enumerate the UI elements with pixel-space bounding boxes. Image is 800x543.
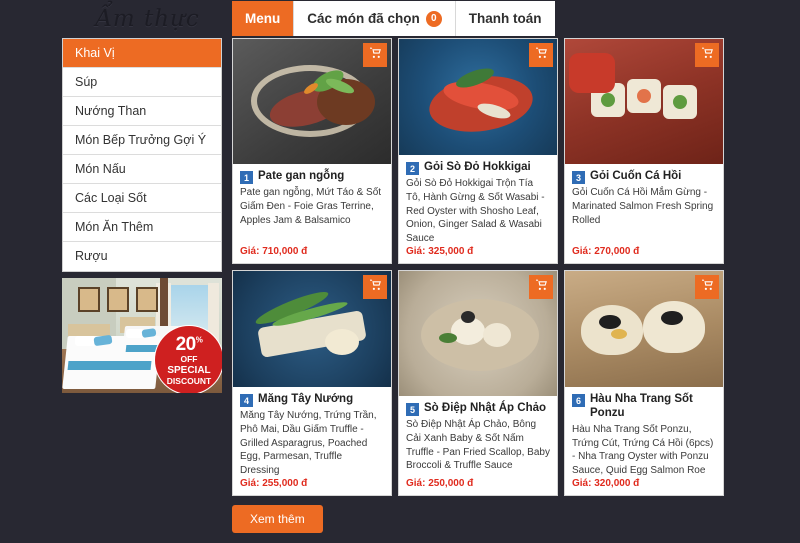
dish-description: Gỏi Cuốn Cá Hồi Mắm Gừng - Marinated Sal… [572,187,714,226]
sidebar-item-1[interactable]: Khai Vị [63,39,221,68]
add-to-cart-button[interactable] [363,43,387,67]
sidebar-item-2[interactable]: Súp [63,68,221,97]
header: Ẩm thực Menu Các món đã chọn 0 Thanh toán [0,0,800,38]
add-to-cart-button[interactable] [695,275,719,299]
dish-image [233,271,391,388]
discount-percent-symbol: % [195,335,203,345]
dish-card[interactable]: 6 Hàu Nha Trang Sốt Ponzu Hàu Nha Trang Số… [564,270,724,496]
dish-title-row: 6 Hàu Nha Trang Sốt Ponzu [572,392,716,421]
sidebar-item-6[interactable]: Các Loại Sốt [63,184,221,213]
dish-name: Măng Tây Nướng [258,393,354,406]
app-root: Ẩm thực Menu Các món đã chọn 0 Thanh toán K… [0,0,800,543]
dish-description: Pate gan ngỗng, Mứt Táo & Sốt Giấm Đen -… [240,187,382,226]
dish-card[interactable]: 1 Pate gan ngỗng Pate gan ngỗng, Mứt Táo &… [232,38,392,264]
cart-icon [535,278,548,296]
cart-icon [369,278,382,296]
dish-price: Giá: 320,000 đ [572,478,640,489]
discount-percent: 20% [176,335,203,354]
dish-price: Giá: 270,000 đ [572,246,640,257]
category-list: Khai Vị Súp Nướng Than Món Bếp Trưởng Gợi Ý… [62,38,222,272]
cart-icon [701,46,714,64]
cart-icon [701,278,714,296]
dish-image [233,39,391,164]
dish-price: Giá: 325,000 đ [406,246,474,257]
sidebar-item-7[interactable]: Món Ăn Thêm [63,213,221,242]
dish-image [565,271,723,388]
dish-info: 1 Pate gan ngỗng Pate gan ngỗng, Mứt Táo &… [233,164,391,263]
sidebar-item-3[interactable]: Nướng Than [63,97,221,126]
tab-1[interactable]: Menu [232,1,295,36]
dish-description: Hàu Nha Trang Sốt Ponzu, Trứng Cút, Trứn… [572,423,714,477]
brand-logo: Ẩm thực [95,6,200,32]
sidebar-item-5[interactable]: Món Nấu [63,155,221,184]
dish-card[interactable]: 2 Gỏi Sò Đỏ Hokkigai Gỏi Sò Đỏ Hokkigai Tr… [398,38,558,264]
tab-count-badge: 0 [425,10,442,27]
footer: Xem thêm [232,505,724,533]
add-to-cart-button[interactable] [695,43,719,67]
tab-label: Thanh toán [468,11,542,26]
add-to-cart-button[interactable] [529,43,553,67]
discount-badge: 20% OFF SPECIAL DISCOUNT [158,329,220,391]
dish-price: Giá: 710,000 đ [240,246,308,257]
dish-number-badge: 5 [406,403,419,416]
dish-card[interactable]: 4 Măng Tây Nướng Măng Tây Nướng, Trứng Trầ… [232,270,392,496]
dish-number-badge: 6 [572,394,585,408]
load-more-button[interactable]: Xem thêm [232,505,323,533]
dish-number-badge: 1 [240,171,253,184]
dish-card[interactable]: 5 Sò Điệp Nhật Áp Chảo Sò Điệp Nhật Áp Chả… [398,270,558,496]
sidebar: Khai Vị Súp Nướng Than Món Bếp Trưởng Gợi Ý… [62,38,222,393]
main-tabs: Menu Các món đã chọn 0 Thanh toán [232,1,555,36]
discount-percent-value: 20 [175,334,197,355]
dish-info: 6 Hàu Nha Trang Sốt Ponzu Hàu Nha Trang Số… [565,387,723,495]
dish-price: Giá: 250,000 đ [406,478,474,489]
dish-number-badge: 4 [240,394,253,408]
tab-label: Menu [245,11,281,26]
discount-off-label: OFF [180,354,198,364]
dish-title-row: 5 Sò Điệp Nhật Áp Chảo [406,401,550,416]
dish-title-row: 4 Măng Tây Nướng [240,392,384,408]
dish-info: 5 Sò Điệp Nhật Áp Chảo Sò Điệp Nhật Áp Chả… [399,396,557,495]
dish-description: Sò Điệp Nhật Áp Chảo, Bông Cải Xanh Baby… [406,419,550,472]
dish-info: 2 Gỏi Sò Đỏ Hokkigai Gỏi Sò Đỏ Hokkigai Tr… [399,155,557,263]
dish-grid: 1 Pate gan ngỗng Pate gan ngỗng, Mứt Táo &… [232,38,724,496]
dish-number-badge: 3 [572,171,585,184]
dish-title-row: 2 Gỏi Sò Đỏ Hokkigai [406,160,550,176]
dish-info: 3 Gỏi Cuốn Cá Hồi Gỏi Cuốn Cá Hồi Mắm Gừng… [565,164,723,263]
dish-info: 4 Măng Tây Nướng Măng Tây Nướng, Trứng Trầ… [233,387,391,495]
dish-number-badge: 2 [406,162,419,176]
dish-name: Sò Điệp Nhật Áp Chảo [424,402,547,414]
dish-card[interactable]: 3 Gỏi Cuốn Cá Hồi Gỏi Cuốn Cá Hồi Mắm Gừng… [564,38,724,264]
cart-icon [369,46,382,64]
dish-image [565,39,723,164]
tab-label: Các món đã chọn [307,11,420,26]
dish-name: Pate gan ngỗng [258,170,345,182]
sidebar-item-4[interactable]: Món Bếp Trưởng Gợi Ý [63,126,221,155]
dish-description: Gỏi Sò Đỏ Hokkigai Trộn Tía Tô, Hành Gừn… [406,178,545,245]
dish-image [399,39,557,156]
add-to-cart-button[interactable] [529,275,553,299]
dish-title-row: 3 Gỏi Cuốn Cá Hồi [572,169,716,184]
add-to-cart-button[interactable] [363,275,387,299]
tab-2[interactable]: Các món đã chọn 0 [294,1,456,36]
tab-3[interactable]: Thanh toán [455,1,555,36]
dish-name: Gỏi Cuốn Cá Hồi [590,170,682,182]
sidebar-item-8[interactable]: Rượu [63,242,221,271]
cart-icon [535,46,548,64]
discount-special-label: SPECIAL [167,364,211,376]
dish-title-row: 1 Pate gan ngỗng [240,169,384,184]
discount-discount-label: DISCOUNT [166,375,212,386]
dish-description: Măng Tây Nướng, Trứng Trần, Phô Mai, Dầu… [240,410,377,477]
dish-name: Gỏi Sò Đỏ Hokkigai [424,161,531,174]
promo-banner[interactable]: 20% OFF SPECIAL DISCOUNT [62,278,222,393]
dish-name: Hàu Nha Trang Sốt Ponzu [590,393,693,420]
dish-image [399,271,557,396]
dish-price: Giá: 255,000 đ [240,478,308,489]
